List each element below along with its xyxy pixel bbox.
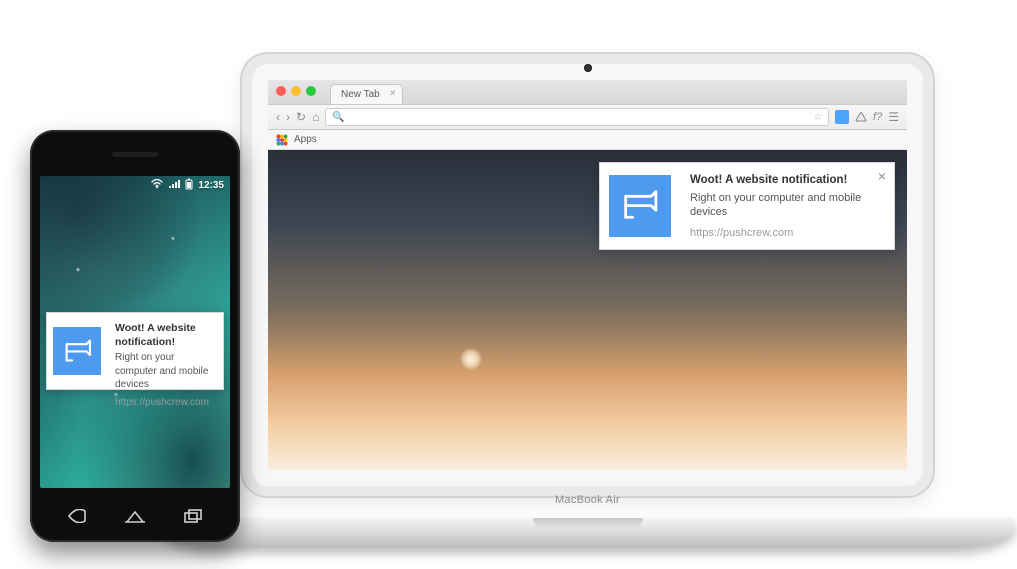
android-back-button[interactable] <box>58 506 96 526</box>
phone-screen: 12:35 Woot! A website notification! Righ… <box>40 176 230 488</box>
phone-device: 12:35 Woot! A website notification! Righ… <box>30 130 240 542</box>
nav-reload-icon[interactable]: ↻ <box>296 111 306 123</box>
signal-icon <box>168 179 180 192</box>
apps-grid-icon[interactable] <box>276 134 288 146</box>
notification-close-icon[interactable]: × <box>878 169 886 183</box>
pushcrew-logo-icon <box>621 187 658 224</box>
mobile-push-notification[interactable]: Woot! A website notification! Right on y… <box>46 312 224 390</box>
bookmark-star-icon[interactable]: ☆ <box>813 112 822 123</box>
window-close-icon[interactable] <box>276 86 286 96</box>
laptop-brand-label: MacBook Air <box>160 494 1015 506</box>
window-zoom-icon[interactable] <box>306 86 316 96</box>
browser-tab-strip: New Tab × <box>268 80 907 104</box>
notification-body: Woot! A website notification! Right on y… <box>107 313 223 389</box>
url-field[interactable]: 🔍 ☆ <box>325 108 829 126</box>
extension-icon[interactable] <box>835 110 849 124</box>
extension-text-icon[interactable]: f? <box>873 111 882 123</box>
nav-home-icon[interactable]: ⌂ <box>312 111 319 123</box>
wifi-icon <box>151 179 163 192</box>
laptop-screen: New Tab × ‹ › ↻ ⌂ 🔍 ☆ 🛆 f? <box>268 80 907 470</box>
phone-status-bar: 12:35 <box>40 176 230 194</box>
notification-source-url: https://pushcrew.com <box>690 226 870 241</box>
extension-gear-icon[interactable]: 🛆 <box>855 111 867 123</box>
bookmark-bar: Apps <box>268 130 907 150</box>
tab-close-icon[interactable]: × <box>390 88 396 99</box>
laptop-base: MacBook Air <box>160 518 1015 548</box>
android-recents-button[interactable] <box>174 506 212 526</box>
laptop-base-notch <box>533 518 643 528</box>
phone-status-time: 12:35 <box>198 180 224 191</box>
browser-window: New Tab × ‹ › ↻ ⌂ 🔍 ☆ 🛆 f? <box>268 80 907 470</box>
android-nav-bar <box>58 504 212 528</box>
pushcrew-logo-icon <box>63 337 92 366</box>
browser-tab[interactable]: New Tab × <box>330 84 403 104</box>
notification-app-icon <box>609 175 671 237</box>
notification-message: Right on your computer and mobile device… <box>690 191 870 221</box>
notification-source-url: https://pushcrew.com <box>115 396 213 410</box>
notification-icon-wrap <box>600 163 680 249</box>
nav-back-icon[interactable]: ‹ <box>276 111 280 123</box>
bookmark-apps-label[interactable]: Apps <box>294 134 317 145</box>
notification-message: Right on your computer and mobile device… <box>115 351 213 392</box>
laptop-camera-icon <box>584 64 592 72</box>
window-traffic-lights <box>276 86 316 96</box>
notification-title: Woot! A website notification! <box>115 321 213 349</box>
notification-body: × Woot! A website notification! Right on… <box>680 163 894 249</box>
browser-viewport: × Woot! A website notification! Right on… <box>268 150 907 470</box>
android-home-button[interactable] <box>116 506 154 526</box>
search-icon: 🔍 <box>332 112 344 123</box>
notification-app-icon <box>53 327 101 375</box>
laptop-body: New Tab × ‹ › ↻ ⌂ 🔍 ☆ 🛆 f? <box>240 52 935 498</box>
nav-forward-icon[interactable]: › <box>286 111 290 123</box>
notification-icon-wrap <box>47 313 107 389</box>
notification-title: Woot! A website notification! <box>690 173 870 189</box>
browser-tab-label: New Tab <box>341 89 380 100</box>
browser-toolbar: ‹ › ↻ ⌂ 🔍 ☆ 🛆 f? ☰ <box>268 104 907 130</box>
battery-icon <box>185 178 193 193</box>
window-minimize-icon[interactable] <box>291 86 301 96</box>
phone-speaker-icon <box>112 152 158 157</box>
browser-menu-icon[interactable]: ☰ <box>888 111 899 123</box>
laptop-device: New Tab × ‹ › ↻ ⌂ 🔍 ☆ 🛆 f? <box>160 52 1015 568</box>
desktop-push-notification[interactable]: × Woot! A website notification! Right on… <box>599 162 895 250</box>
